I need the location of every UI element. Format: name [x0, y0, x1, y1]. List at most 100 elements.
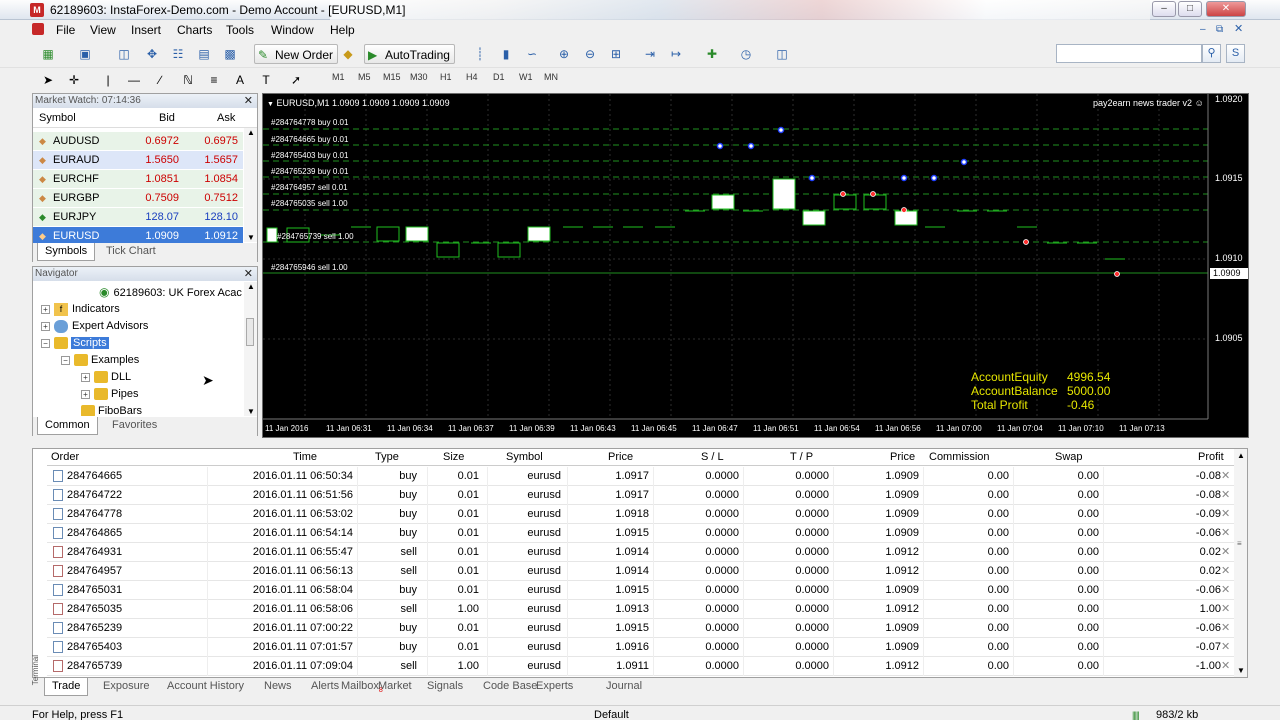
bar-chart-icon[interactable]: ┊	[470, 45, 490, 63]
zoom-in-icon[interactable]: ⊕	[554, 45, 574, 63]
timeframe-h1[interactable]: H1	[440, 72, 452, 82]
nav-account[interactable]: ◉ 62189603: UK Forex Acac	[99, 284, 242, 301]
scroll-grip-icon[interactable]: ≡	[1237, 539, 1242, 548]
column-type[interactable]: Type	[375, 449, 399, 466]
scroll-up-icon[interactable]: ▲	[247, 128, 255, 137]
close-order-icon[interactable]: ✕	[1221, 638, 1230, 657]
nav-item-fibobars[interactable]: FiboBars	[81, 403, 142, 416]
cursor-icon[interactable]: ➤	[38, 71, 58, 89]
collapse-icon[interactable]: −	[41, 338, 50, 348]
vertical-line-icon[interactable]: |	[98, 71, 118, 89]
trade-row[interactable]: 284765035 2016.01.11 06:58:06 sell 1.00 euru…	[47, 600, 1235, 619]
close-order-icon[interactable]: ✕	[1221, 543, 1230, 562]
column-current-price[interactable]: Price	[890, 449, 915, 466]
column-symbol[interactable]: Symbol	[506, 449, 543, 466]
minimize-icon[interactable]: –	[1152, 1, 1176, 17]
trade-row[interactable]: 284764778 2016.01.11 06:53:02 buy 0.01 eurus…	[47, 505, 1235, 524]
terminal-scrollbar[interactable]: ▲ ≡ ▼	[1234, 449, 1247, 677]
trade-row[interactable]: 284764931 2016.01.11 06:55:47 sell 0.01 euru…	[47, 543, 1235, 562]
tab-tick-chart[interactable]: Tick Chart	[99, 243, 163, 261]
column-ask[interactable]: Ask	[217, 109, 235, 128]
line-chart-icon[interactable]: ∽	[522, 45, 542, 63]
chart-menu-icon[interactable]: ▼	[267, 101, 274, 108]
timeframe-m5[interactable]: M5	[358, 72, 371, 82]
terminal-icon[interactable]: ▤	[194, 45, 214, 63]
trade-row[interactable]: 284765739 2016.01.11 07:09:04 sell 1.00 euru…	[47, 657, 1235, 676]
column-bid[interactable]: Bid	[159, 109, 175, 128]
close-order-icon[interactable]: ✕	[1221, 562, 1230, 581]
fibonacci-icon[interactable]: ≡	[204, 71, 224, 89]
column-size[interactable]: Size	[443, 449, 464, 466]
nav-item-expert-advisors[interactable]: + Expert Advisors	[41, 318, 148, 335]
text-label-icon[interactable]: T	[256, 71, 276, 89]
menu-insert[interactable]: Insert	[131, 23, 161, 37]
nav-item-dll[interactable]: + DLL	[81, 369, 131, 386]
new-chart-icon[interactable]: ▦	[38, 45, 58, 63]
templates-icon[interactable]: ◫	[772, 45, 792, 63]
timeframe-w1[interactable]: W1	[519, 72, 533, 82]
mdi-close-icon[interactable]: ✕	[1234, 22, 1243, 35]
close-order-icon[interactable]: ✕	[1221, 505, 1230, 524]
trade-row[interactable]: 284764957 2016.01.11 06:56:13 sell 0.01 euru…	[47, 562, 1235, 581]
timeframe-h4[interactable]: H4	[466, 72, 478, 82]
column-symbol[interactable]: Symbol	[39, 109, 76, 128]
text-icon[interactable]: A	[230, 71, 250, 89]
trade-row[interactable]: 284765403 2016.01.11 07:01:57 buy 0.01 eurus…	[47, 638, 1235, 657]
market-watch-row[interactable]: ◆ EURAUD 1.5650 1.5657	[33, 151, 243, 170]
column-commission[interactable]: Commission	[929, 449, 990, 466]
nav-item-scripts[interactable]: − Scripts	[41, 335, 109, 352]
scroll-down-icon[interactable]: ▼	[247, 233, 255, 242]
autotrading-button[interactable]: ▶ AutoTrading	[364, 44, 455, 64]
tab-signals[interactable]: Signals	[420, 678, 470, 696]
column-time[interactable]: Time	[293, 449, 317, 466]
expand-icon[interactable]: +	[81, 389, 90, 399]
tab-experts[interactable]: Experts	[529, 678, 580, 696]
close-order-icon[interactable]: ✕	[1221, 581, 1230, 600]
crosshair-icon[interactable]: ✛	[64, 71, 84, 89]
close-order-icon[interactable]: ✕	[1221, 619, 1230, 638]
trade-row[interactable]: 284765031 2016.01.11 06:58:04 buy 0.01 eurus…	[47, 581, 1235, 600]
market-watch-row[interactable]: ◆ EURGBP 0.7509 0.7512	[33, 189, 243, 208]
column-swap[interactable]: Swap	[1055, 449, 1083, 466]
nav-item-examples[interactable]: − Examples	[61, 352, 139, 369]
mdi-restore-icon[interactable]: ⧉	[1216, 24, 1223, 35]
scroll-down-icon[interactable]: ▼	[1237, 666, 1245, 675]
indicators-icon[interactable]: ✚	[702, 45, 722, 63]
timeframe-m15[interactable]: M15	[383, 72, 401, 82]
menu-file[interactable]: File	[56, 23, 75, 37]
close-order-icon[interactable]: ✕	[1221, 524, 1230, 543]
trade-row[interactable]: 284765239 2016.01.11 07:00:22 buy 0.01 eurus…	[47, 619, 1235, 638]
market-watch-icon[interactable]: ◫	[114, 45, 134, 63]
horizontal-line-icon[interactable]: —	[124, 71, 144, 89]
chart-window[interactable]: ▼ EURUSD,M1 1.0909 1.0909 1.0909 1.0909 …	[262, 93, 1249, 438]
tab-exposure[interactable]: Exposure	[96, 678, 156, 696]
menu-help[interactable]: Help	[330, 23, 355, 37]
expand-icon[interactable]: +	[81, 372, 90, 382]
timeframe-m1[interactable]: M1	[332, 72, 345, 82]
expand-icon[interactable]: +	[41, 321, 50, 331]
nav-item-indicators[interactable]: + f Indicators	[41, 301, 120, 318]
timeframe-d1[interactable]: D1	[493, 72, 505, 82]
navigator-icon[interactable]: ☷	[168, 45, 188, 63]
menu-window[interactable]: Window	[271, 23, 314, 37]
navigator-scrollbar[interactable]: ▲ ▼	[244, 282, 257, 416]
data-window-icon[interactable]: ✥	[142, 45, 162, 63]
arrows-icon[interactable]: ➚	[286, 71, 306, 89]
column-tp[interactable]: T / P	[790, 449, 813, 466]
periods-icon[interactable]: ◷	[736, 45, 756, 63]
tab-symbols[interactable]: Symbols	[37, 243, 96, 261]
column-profit[interactable]: Profit	[1198, 449, 1224, 466]
collapse-icon[interactable]: −	[61, 355, 70, 365]
tab-market[interactable]: Market	[371, 678, 419, 696]
trendline-icon[interactable]: ∕	[150, 71, 170, 89]
tab-favorites[interactable]: Favorites	[105, 417, 164, 435]
menu-view[interactable]: View	[90, 23, 116, 37]
close-icon[interactable]: ✕	[244, 267, 253, 281]
scroll-up-icon[interactable]: ▲	[1237, 451, 1245, 460]
column-sl[interactable]: S / L	[701, 449, 724, 466]
timeframe-mn[interactable]: MN	[544, 72, 558, 82]
expand-icon[interactable]: +	[41, 304, 50, 314]
close-order-icon[interactable]: ✕	[1221, 486, 1230, 505]
market-watch-row[interactable]: ◆ EURJPY 128.07 128.10	[33, 208, 243, 227]
tab-news[interactable]: News	[257, 678, 299, 696]
